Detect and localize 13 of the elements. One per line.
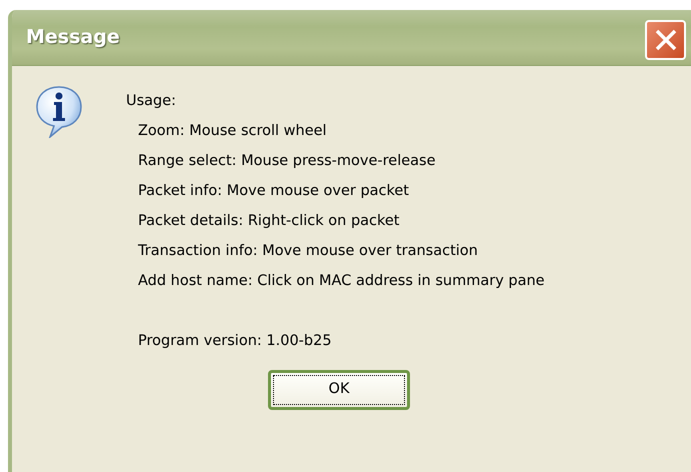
message-text: Packet info: Move mouse over packet [138, 183, 409, 199]
message-text: Range select: Mouse press-move-release [138, 153, 436, 169]
window-title: Message [26, 25, 120, 50]
message-text: Packet details: Right-click on packet [138, 213, 400, 229]
ok-button[interactable]: OK [268, 370, 410, 410]
message-text: Transaction info: Move mouse over transaction [138, 243, 478, 259]
close-button[interactable] [645, 20, 686, 60]
message-text: Program version: 1.00-b25 [138, 333, 332, 349]
info-icon [36, 86, 82, 138]
message-text: Add host name: Click on MAC address in summary pane [138, 273, 545, 289]
message-text: Zoom: Mouse scroll wheel [138, 123, 327, 139]
close-icon [654, 28, 678, 52]
message-text: Usage: [126, 93, 176, 109]
